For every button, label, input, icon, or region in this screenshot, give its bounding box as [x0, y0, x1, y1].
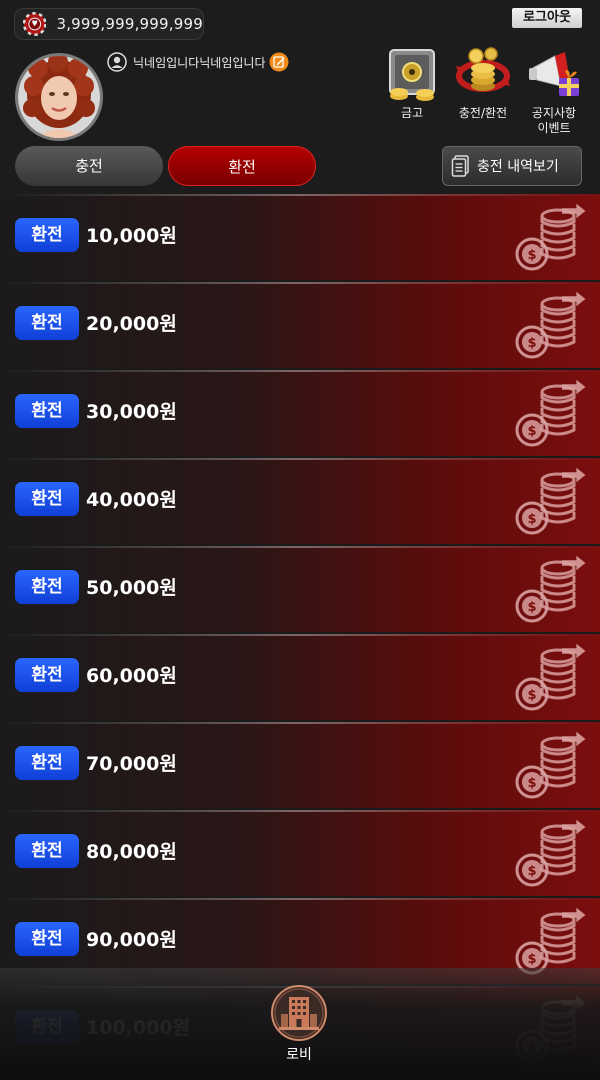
svg-text:$: $	[527, 864, 536, 879]
exchange-badge[interactable]: 환전	[15, 218, 79, 252]
exchange-row[interactable]: 환전 80,000원 $	[0, 810, 600, 896]
coin-withdraw-icon: $	[515, 731, 586, 799]
exchange-amount: 20,000원	[86, 313, 177, 335]
svg-text:$: $	[527, 688, 536, 703]
coin-withdraw-icon: $	[515, 291, 586, 359]
exchange-badge[interactable]: 환전	[15, 306, 79, 340]
balance-amount: 3,999,999,999,999	[56, 15, 203, 33]
coin-withdraw-icon: $	[515, 643, 586, 711]
exchange-row[interactable]: 환전 50,000원 $	[0, 546, 600, 632]
exchange-amount: 10,000원	[86, 225, 177, 247]
menu-label-notice: 공지사항 이벤트	[524, 106, 584, 136]
user-icon	[107, 52, 127, 72]
exchange-badge[interactable]: 환전	[15, 746, 79, 780]
exchange-badge[interactable]: 환전	[15, 394, 79, 428]
coin-withdraw-icon: $	[515, 379, 586, 447]
exchange-badge[interactable]: 환전	[15, 834, 79, 868]
svg-text:$: $	[527, 248, 536, 263]
exchange-amount: 80,000원	[86, 841, 177, 863]
exchange-row[interactable]: 환전 60,000원 $	[0, 634, 600, 720]
exchange-amount: 90,000원	[86, 929, 177, 951]
exchange-amount: 50,000원	[86, 577, 177, 599]
coin-withdraw-icon: $	[515, 203, 586, 271]
charge-history-label: 충전 내역보기	[477, 159, 559, 175]
megaphone-gift-icon	[529, 52, 579, 96]
bottom-nav: 로비	[0, 968, 600, 1080]
menu-label-notice-line1: 공지사항	[531, 106, 577, 120]
exchange-amount: 70,000원	[86, 753, 177, 775]
balance-display: 3,999,999,999,999	[14, 8, 204, 40]
svg-text:$: $	[527, 952, 536, 967]
poker-chip-icon	[23, 12, 47, 36]
menu-label-safe: 금고	[400, 106, 424, 120]
nickname-row: 닉네임입니다닉네임입니다	[107, 52, 289, 72]
exchange-amount: 40,000원	[86, 489, 177, 511]
tab-charge[interactable]: 충전	[15, 146, 163, 186]
header: 3,999,999,999,999 로그아웃 닉네임입니다닉네임입니다 금고 충…	[0, 0, 600, 194]
exchange-amount: 30,000원	[86, 401, 177, 423]
menu-label-notice-line2: 이벤트	[537, 121, 571, 135]
avatar-portrait-icon	[18, 56, 100, 138]
logout-button[interactable]: 로그아웃	[512, 8, 582, 28]
document-icon	[451, 155, 469, 177]
exchange-row[interactable]: 환전 40,000원 $	[0, 458, 600, 544]
menu-label-charge-exchange: 충전/환전	[458, 106, 508, 120]
coin-withdraw-icon: $	[515, 467, 586, 535]
nickname: 닉네임입니다닉네임입니다	[133, 55, 266, 70]
exchange-badge[interactable]: 환전	[15, 922, 79, 956]
exchange-badge[interactable]: 환전	[15, 482, 79, 516]
svg-text:$: $	[527, 336, 536, 351]
svg-text:$: $	[527, 424, 536, 439]
exchange-badge[interactable]: 환전	[15, 658, 79, 692]
edit-icon[interactable]	[269, 52, 289, 72]
charge-history-button[interactable]: 충전 내역보기	[442, 146, 582, 186]
lobby-label[interactable]: 로비	[270, 1044, 328, 1064]
tab-exchange[interactable]: 환전	[168, 146, 316, 186]
svg-text:$: $	[527, 600, 536, 615]
exchange-amount: 60,000원	[86, 665, 177, 687]
coin-withdraw-icon: $	[515, 555, 586, 623]
lobby-building-icon[interactable]	[270, 984, 328, 1042]
exchange-row[interactable]: 환전 30,000원 $	[0, 370, 600, 456]
svg-text:$: $	[527, 776, 536, 791]
menu-safe[interactable]: 금고	[382, 46, 442, 121]
safe-icon	[389, 49, 435, 101]
exchange-row[interactable]: 환전 20,000원 $	[0, 282, 600, 368]
avatar[interactable]	[15, 53, 103, 141]
exchange-badge[interactable]: 환전	[15, 570, 79, 604]
exchange-row[interactable]: 환전 70,000원 $	[0, 722, 600, 808]
svg-text:$: $	[527, 512, 536, 527]
menu-notice-event[interactable]: 공지사항 이벤트	[524, 46, 584, 136]
exchange-amount-list: 환전 10,000원 $ 환전 20,000원 $ 환전 30,000원 $ 환…	[0, 194, 600, 1080]
coin-exchange-icon	[456, 47, 510, 92]
coin-withdraw-icon: $	[515, 819, 586, 887]
menu-charge-exchange[interactable]: 충전/환전	[453, 46, 513, 121]
exchange-row[interactable]: 환전 10,000원 $	[0, 194, 600, 280]
